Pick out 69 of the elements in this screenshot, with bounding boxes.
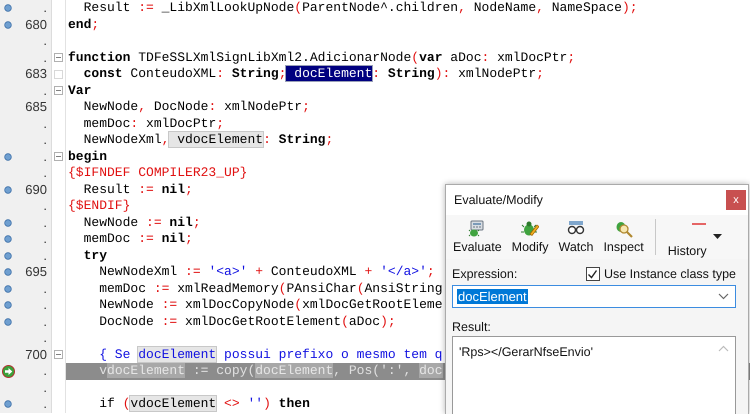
close-button[interactable]: x	[726, 190, 746, 210]
toolbar-button[interactable]: Watch	[555, 219, 596, 259]
line-number: .	[43, 116, 47, 132]
code-line: Var	[68, 82, 92, 99]
line-number: 690	[25, 182, 47, 198]
line-number: .	[43, 148, 47, 165]
code-line: vdocElement := copy(docElement, Pos(':', doc	[98, 363, 442, 380]
line-number: .	[43, 363, 47, 380]
line-number: .	[43, 396, 47, 412]
line-number: .	[43, 214, 47, 231]
line-number: .	[43, 165, 47, 182]
line-number: .	[43, 132, 47, 148]
result-text-area[interactable]: 'Rps></GerarNfseEnvio'	[452, 336, 736, 414]
bug-pencil-icon	[521, 220, 540, 238]
expression-combo-box[interactable]: docElement	[452, 285, 736, 308]
history-button[interactable]: History	[662, 219, 725, 259]
line-number: 685	[25, 99, 47, 116]
line-number: 700	[25, 346, 47, 363]
code-line: function TDFeSSLXmlSignLibXml2.AdicionarNode(var aDoc: xmlDocPtr;	[68, 50, 576, 66]
line-number: .	[43, 248, 47, 264]
line-number: .	[43, 330, 47, 346]
line-number: .	[43, 231, 47, 248]
code-line: {$IFNDEF COMPILER23_UP}	[68, 165, 248, 182]
caret-icon	[712, 234, 722, 239]
toolbar-button[interactable]: Inspect	[600, 219, 647, 259]
code-line: NewNodeXml := '<a>' + ConteudoXML + '</a>';	[98, 264, 435, 280]
calculator-icon	[468, 220, 486, 238]
line-number: .	[43, 33, 47, 50]
chevron-down-icon	[718, 293, 729, 300]
code-line: Result := nil;	[82, 182, 193, 198]
line-number: .	[43, 380, 47, 396]
code-line: { Se docElement possui prefixo o mesmo tem q	[98, 346, 442, 363]
checkbox-label: Use Instance class type	[604, 267, 736, 281]
line-number: 695	[25, 264, 47, 280]
dash-icon	[692, 223, 706, 225]
line-number: .	[43, 0, 47, 16]
code-line: Result := _LibXmlLookUpNode(ParentNode^.children, NodeName, NameSpace);	[82, 0, 638, 16]
code-line: {$ENDIF}	[68, 198, 130, 214]
line-number: .	[43, 82, 47, 99]
checkmark-icon	[587, 268, 598, 280]
code-line: try	[82, 248, 108, 264]
line-number: .	[43, 280, 47, 297]
line-number: .	[43, 50, 47, 66]
code-line: NewNodeXml, vdocElement: String;	[82, 132, 334, 148]
code-line: NewNode := nil;	[82, 214, 201, 231]
code-line: memDoc := xmlReadMemory(PAnsiChar(AnsiString	[98, 280, 443, 297]
line-number: .	[43, 198, 47, 214]
code-line: if (vdocElement <> '') then	[98, 396, 310, 412]
checkbox[interactable]	[586, 267, 600, 281]
code-line: memDoc: xmlDocPtr;	[82, 116, 224, 132]
code-line: memDoc := nil;	[82, 231, 193, 248]
code-line: const ConteudoXML: String; docElement: String): xmlNodePtr;	[82, 66, 544, 82]
line-number: 680	[25, 16, 47, 33]
code-line: begin	[68, 148, 108, 165]
toolbar-button[interactable]: Evaluate	[450, 219, 505, 259]
line-number: .	[43, 314, 47, 330]
expression-label: Expression:	[452, 267, 518, 281]
toolbar-button[interactable]: Modify	[508, 219, 552, 259]
code-line: NewNode := xmlDocCopyNode(xmlDocGetRootEleme	[98, 297, 443, 314]
result-label: Result:	[452, 320, 492, 334]
code-line: end;	[68, 16, 100, 33]
line-number: 683	[25, 66, 47, 82]
magnifier-icon	[614, 220, 633, 238]
code-line: DocNode := xmlDocGetRootElement(aDoc);	[98, 314, 396, 330]
window-title: Evaluate/Modify	[454, 193, 543, 207]
line-number: .	[43, 297, 47, 314]
code-line: NewNode, DocNode: xmlNodePtr;	[82, 99, 310, 116]
result-text: 'Rps></GerarNfseEnvio'	[459, 345, 593, 359]
scroll-up-icon	[718, 345, 729, 352]
